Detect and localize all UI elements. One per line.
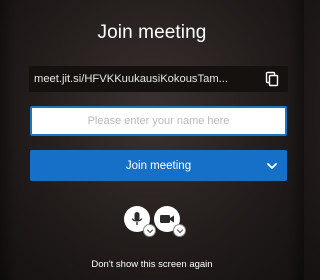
join-meeting-button[interactable]: Join meeting: [30, 150, 287, 181]
microphone-options-chevron-icon[interactable]: [143, 224, 156, 237]
camera-toggle-button[interactable]: [154, 206, 186, 237]
camera-options-chevron-icon[interactable]: [173, 224, 186, 237]
prejoin-screen: Join meeting meet.jit.si/HFVKKuukausiKok…: [0, 0, 304, 280]
name-input[interactable]: [30, 106, 287, 136]
page-title: Join meeting: [97, 22, 207, 43]
chevron-down-icon[interactable]: [266, 159, 278, 171]
join-meeting-label: Join meeting: [125, 159, 192, 172]
microphone-toggle-button[interactable]: [124, 206, 156, 237]
dont-show-again-link[interactable]: Don't show this screen again: [0, 259, 304, 270]
meeting-url-bar: meet.jit.si/HFVKKuukausiKokousTam...: [29, 66, 288, 92]
copy-icon[interactable]: [264, 71, 280, 87]
microphone-icon: [129, 211, 145, 227]
meeting-url: meet.jit.si/HFVKKuukausiKokousTam...: [34, 73, 228, 85]
camera-icon: [159, 211, 175, 227]
